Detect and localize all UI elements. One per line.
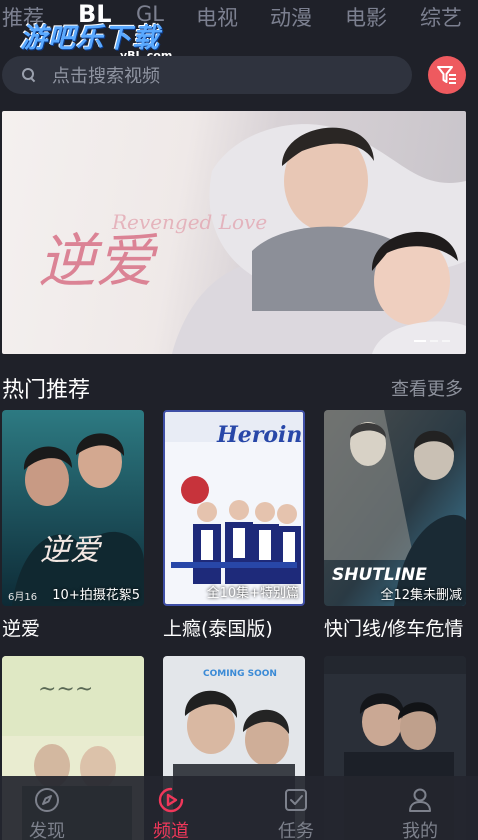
search-icon	[22, 68, 36, 82]
video-title: 逆爱	[2, 618, 41, 640]
svg-text:~~~: ~~~	[38, 677, 93, 702]
video-title: 快门线/修车危情	[324, 618, 464, 640]
video-title: 上瘾(泰国版)	[163, 618, 273, 640]
tab-anime[interactable]: 动漫	[270, 2, 312, 32]
pager-dot	[430, 340, 438, 342]
pager-dot	[442, 340, 450, 342]
nav-mine[interactable]: 我的	[380, 786, 460, 840]
bottom-navigation: 发现 频道 任务 我的	[0, 776, 478, 840]
video-card[interactable]: 逆爱 6月16 10+拍摄花絮5 逆爱	[2, 410, 144, 641]
nav-mine-label: 我的	[402, 821, 438, 840]
tab-movie[interactable]: 电影	[345, 2, 387, 32]
poster-art: COMING SOON	[203, 669, 277, 679]
video-card[interactable]: Heroin 全10集+特别篇 上瘾(泰国版)	[163, 410, 305, 641]
tab-gl[interactable]: GL	[136, 2, 164, 26]
nav-discover[interactable]: 发现	[7, 786, 87, 840]
see-more-link[interactable]: 查看更多	[391, 375, 463, 401]
tab-variety[interactable]: 综艺	[420, 2, 462, 32]
compass-icon	[35, 788, 59, 812]
tab-bl[interactable]: BL	[78, 0, 112, 28]
banner-title-art: 逆爱	[38, 227, 159, 295]
pager-dot	[414, 340, 426, 342]
poster-date: 6月16	[8, 591, 37, 603]
nav-channel[interactable]: 频道	[131, 786, 211, 840]
filter-icon	[437, 66, 456, 84]
search-placeholder: 点击搜索视频	[52, 66, 160, 87]
video-poster: Heroin 全10集+特别篇	[163, 410, 305, 606]
nav-tasks[interactable]: 任务	[256, 786, 336, 840]
nav-channel-label: 频道	[153, 821, 189, 840]
nav-discover-label: 发现	[29, 821, 65, 840]
tab-recommend[interactable]: 推荐	[2, 2, 44, 32]
video-poster: SHUTLINE 全12集未删减	[324, 410, 466, 606]
user-icon	[409, 788, 431, 812]
episode-badge: 全12集未删减	[380, 588, 462, 603]
poster-art: 逆爱	[40, 533, 103, 568]
episode-badge: 10+拍摄花絮5	[52, 588, 140, 603]
filter-button[interactable]	[428, 56, 466, 94]
poster-art: SHUTLINE	[332, 565, 427, 585]
video-card[interactable]: SHUTLINE 全12集未删减 快门线/修车危情	[324, 410, 466, 641]
tab-tv[interactable]: 电视	[196, 2, 238, 32]
nav-tasks-label: 任务	[278, 821, 314, 840]
play-icon	[158, 787, 184, 813]
hot-section-title: 热门推荐	[2, 378, 91, 403]
episode-badge: 全10集+特别篇	[206, 586, 299, 601]
hero-banner[interactable]: 逆爱 Revenged Love	[2, 111, 466, 354]
task-icon	[285, 789, 307, 811]
category-tabs: 推荐 BL GL 电视 动漫 电影 综艺	[0, 0, 478, 36]
search-bar[interactable]: 点击搜索视频	[2, 56, 412, 94]
poster-art: Heroin	[216, 422, 302, 448]
banner-title-en: Revenged Love	[111, 210, 267, 234]
video-poster: 逆爱 6月16 10+拍摄花絮5	[2, 410, 144, 606]
banner-pager	[414, 340, 450, 342]
banner-artwork: 逆爱 Revenged Love	[38, 124, 466, 354]
